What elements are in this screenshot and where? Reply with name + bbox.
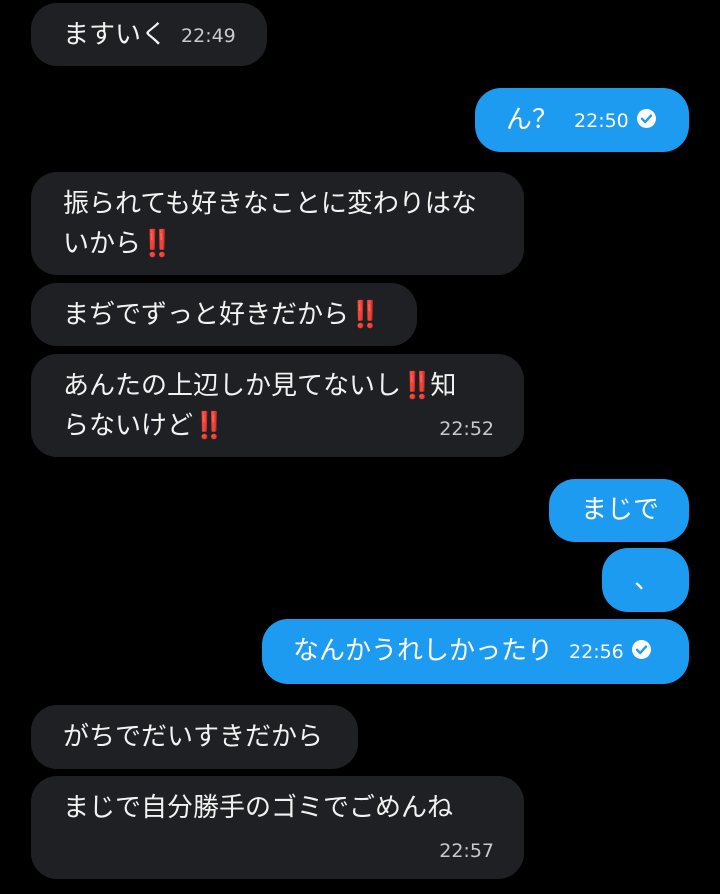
double-exclamation-emoji: ‼️ [401, 371, 433, 401]
message-text: ますいく [63, 20, 168, 50]
message-timestamp: 22:49 [181, 24, 236, 47]
message-bubble-received[interactable]: ますいく 22:49 [31, 3, 267, 66]
message-timestamp: 22:50 [574, 109, 629, 132]
message-bubble-sent[interactable]: なんかうれしかったり 22:56 [262, 619, 689, 684]
double-exclamation-emoji: ‼️ [141, 229, 173, 259]
message-timestamp: 22:57 [439, 840, 494, 862]
message-text-line: 振られても好きなことに変わりはな [63, 189, 477, 219]
message-text-line: 知 [430, 371, 457, 401]
message-bubble-sent[interactable]: まじで [549, 479, 689, 542]
check-circle-icon [636, 109, 656, 128]
message-text-line: らないけど [63, 411, 194, 441]
message-bubble-received[interactable]: 振られても好きなことに変わりはな いから‼️ [31, 172, 524, 275]
message-text: まじで自分勝手のゴミでごめんね [63, 793, 454, 823]
message-bubble-received[interactable]: がちでだいすきだから [31, 705, 358, 769]
message-timestamp: 22:56 [569, 640, 624, 663]
message-bubble-received[interactable]: まじで自分勝手のゴミでごめんね 22:57 [31, 776, 524, 879]
message-timestamp: 22:52 [439, 418, 494, 440]
message-text: がちでだいすきだから [63, 722, 324, 752]
message-bubble-received[interactable]: まぢでずっと好きだから‼️ [31, 283, 417, 346]
message-bubble-sent[interactable]: 、 [602, 548, 689, 612]
double-exclamation-emoji: ‼️ [193, 411, 225, 441]
message-bubble-received[interactable]: あんたの上辺しか見てないし‼️知 らないけど‼️ 22:52 [31, 354, 524, 457]
message-text: 、 [634, 565, 661, 595]
message-text: ん？ [506, 105, 559, 135]
double-exclamation-emoji: ‼️ [349, 300, 381, 330]
message-text-line: あんたの上辺しか見てないし [63, 371, 402, 401]
message-text: なんかうれしかったり [293, 636, 554, 666]
message-text: まぢでずっと好きだから [63, 300, 350, 330]
message-bubble-sent[interactable]: ん？ 22:50 [475, 88, 689, 152]
message-text: まじで [581, 495, 660, 525]
message-text-line: いから [63, 229, 142, 259]
check-circle-icon [631, 640, 651, 659]
